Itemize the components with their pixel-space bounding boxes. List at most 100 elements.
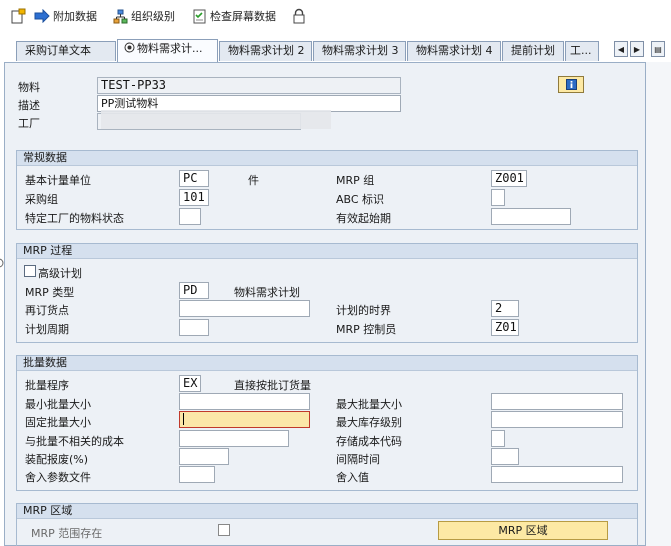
tab-label: 物料需求计... [137,42,203,55]
max-lot-size-field[interactable] [491,393,623,410]
storage-cost-indicator-label: 存储成本代码 [336,435,402,448]
plant-label: 工厂 [18,117,40,130]
plant-material-status-field[interactable] [179,208,201,225]
tab-label: 工... [570,44,592,57]
mrp-group-field[interactable]: Z001 [491,170,527,187]
mrp-area-exists-label: MRP 范围存在 [31,527,103,540]
lock-button[interactable] [292,6,309,26]
redacted-area [101,110,331,129]
org-hierarchy-icon [113,9,128,23]
material-field[interactable]: TEST-PP33 [97,77,401,94]
ordering-costs-label: 与批量不相关的成本 [25,435,124,448]
fixed-lot-size-label: 固定批量大小 [25,416,91,429]
mrp-procedure-group: MRP 过程 [16,243,638,343]
mrp-controller-label: MRP 控制员 [336,323,397,336]
rounding-value-field[interactable] [491,466,623,483]
fixed-lot-size-field[interactable] [179,411,310,428]
info-icon [565,79,577,90]
lock-icon [293,8,305,24]
splitter-handle-icon[interactable] [0,257,5,269]
plant-material-status-label: 特定工厂的物料状态 [25,212,124,225]
ordering-costs-field[interactable] [179,430,289,447]
lot-size-procedure-field[interactable]: EX [179,375,201,392]
planning-cycle-label: 计划周期 [25,323,69,336]
max-stock-level-label: 最大库存级别 [336,416,402,429]
new-document-icon [11,8,26,24]
triangle-left-icon: ◀ [617,44,625,54]
storage-cost-indicator-field[interactable] [491,430,505,447]
max-stock-level-field[interactable] [491,411,623,428]
purchasing-group-field[interactable]: 101 [179,189,209,206]
text-cursor [183,413,184,425]
tab-list-button[interactable]: ▤ [651,41,665,57]
takt-time-field[interactable] [491,448,519,465]
append-data-button[interactable]: 附加数据 [34,6,97,26]
max-lot-size-label: 最大批量大小 [336,398,402,411]
info-button[interactable] [558,76,584,93]
planning-time-fence-label: 计划的时界 [336,304,391,317]
lot-size-data-title: 批量数据 [17,356,637,371]
mrp-area-button[interactable]: MRP 区域 [438,521,608,540]
append-data-label: 附加数据 [53,10,97,23]
material-label: 物料 [18,81,40,94]
check-screen-data-label: 检查屏幕数据 [210,10,276,23]
valid-from-label: 有效起始期 [336,212,391,225]
mrp-procedure-title: MRP 过程 [17,244,637,259]
tab-forecasting[interactable]: 提前计划 [502,41,564,61]
tab-label: 采购订单文本 [25,44,91,57]
mrp-type-label: MRP 类型 [25,286,75,299]
reorder-point-field[interactable] [179,300,310,317]
planning-cycle-field[interactable] [179,319,209,336]
rounding-profile-label: 舍入参数文件 [25,471,91,484]
mrp-type-text: 物料需求计划 [234,286,300,299]
min-lot-size-label: 最小批量大小 [25,398,91,411]
mrp-area-title: MRP 区域 [17,504,637,519]
application-toolbar: 附加数据 组织级别 检查屏幕数据 [0,0,671,34]
advanced-planning-checkbox[interactable] [24,265,36,277]
tab-purchase-order-text[interactable]: 采购订单文本 [16,41,116,61]
tab-scroll-right-button[interactable]: ▶ [630,41,644,57]
tab-mrp-4[interactable]: 物料需求计划 4 [407,41,501,61]
rounding-value-label: 舍入值 [336,471,369,484]
mrp-type-field[interactable]: PD [179,282,209,299]
mrp-controller-field[interactable]: Z01 [491,319,519,336]
check-screen-data-button[interactable]: 检查屏幕数据 [192,6,276,26]
checklist-icon [193,9,206,23]
triangle-right-icon: ▶ [633,44,641,54]
tab-mrp-2[interactable]: 物料需求计划 2 [219,41,312,61]
tab-mrp-3[interactable]: 物料需求计划 3 [313,41,406,61]
planning-time-fence-field[interactable]: 2 [491,300,519,317]
takt-time-label: 间隔时间 [336,453,380,466]
tab-strip: 采购订单文本 物料需求计... 物料需求计划 2 物料需求计划 3 物料需求计划… [0,38,671,62]
tab-mrp-1[interactable]: 物料需求计... [117,39,218,62]
mrp-group-label: MRP 组 [336,174,375,187]
tab-scroll-left-button[interactable]: ◀ [614,41,628,57]
tab-label: 提前计划 [511,44,555,57]
tab-label: 物料需求计划 4 [416,44,493,57]
current-tab-icon [124,42,135,53]
base-uom-field[interactable]: PC [179,170,209,187]
rounding-profile-field[interactable] [179,466,215,483]
reorder-point-label: 再订货点 [25,304,69,317]
general-data-title: 常规数据 [17,151,637,166]
tab-label: 物料需求计划 3 [322,44,399,57]
min-lot-size-field[interactable] [179,393,310,410]
advanced-planning-label: 高级计划 [38,267,82,280]
mrp-area-button-label: MRP 区域 [498,524,548,537]
lot-size-procedure-label: 批量程序 [25,379,69,392]
lot-size-procedure-text: 直接按批订货量 [234,379,311,392]
base-uom-label: 基本计量单位 [25,174,91,187]
assembly-scrap-field[interactable] [179,448,229,465]
tab-label: 物料需求计划 2 [228,44,305,57]
mrp-area-exists-checkbox[interactable] [218,524,230,536]
abc-indicator-field[interactable] [491,189,505,206]
tab-list-icon: ▤ [654,44,662,54]
valid-from-field[interactable] [491,208,571,225]
description-label: 描述 [18,99,40,112]
base-uom-text: 件 [248,174,259,187]
org-levels-button[interactable]: 组织级别 [113,6,175,26]
arrow-right-icon [34,9,50,23]
assembly-scrap-label: 装配报废(%) [25,453,89,466]
new-document-button[interactable] [10,6,29,26]
tab-work-scheduling[interactable]: 工... [565,41,599,61]
